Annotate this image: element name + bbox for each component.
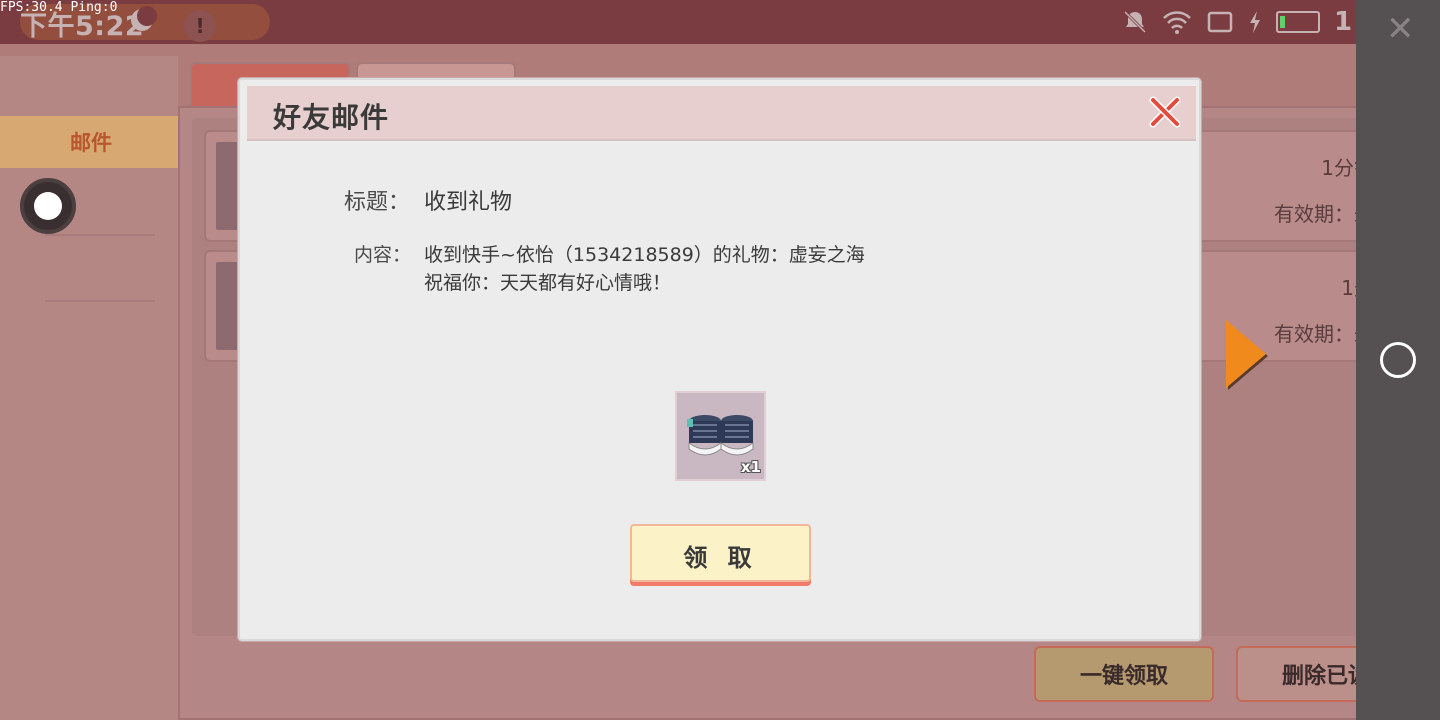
alert-icon[interactable]: ! — [184, 10, 216, 42]
claim-all-button[interactable]: 一键领取 — [1034, 646, 1214, 702]
battery-level: 1 — [1334, 7, 1353, 37]
mute-bell-icon — [1123, 10, 1147, 34]
gift-item-slot[interactable]: x1 — [675, 391, 766, 481]
subject-label: 标题： — [344, 190, 411, 215]
status-icons: 1 — [1122, 7, 1353, 37]
floating-assistive-ball[interactable] — [20, 178, 76, 234]
dialog-title: 好友邮件 — [273, 101, 390, 134]
close-icon[interactable]: ✕ — [1386, 12, 1415, 46]
gift-count: x1 — [740, 458, 761, 476]
fps-readout: FPS:30.4 Ping:0 — [0, 0, 118, 15]
divider — [45, 300, 155, 302]
claim-button[interactable]: 领 取 — [630, 524, 811, 582]
content-label: 内容： — [354, 244, 412, 266]
content-line-1: 收到快手~依怡（1534218589）的礼物：虚妄之海 — [424, 244, 865, 266]
divider — [45, 234, 155, 236]
charging-icon — [1250, 11, 1260, 33]
claim-button-label: 领 取 — [683, 544, 758, 572]
wifi-icon — [1163, 11, 1191, 34]
content-line-2: 祝福你：天天都有好心情哦！ — [424, 272, 672, 294]
dialog-header: 好友邮件 — [247, 86, 1196, 141]
sidebar-item-3[interactable] — [0, 248, 178, 296]
close-icon[interactable] — [1148, 95, 1182, 129]
friend-mail-dialog: 好友邮件 标题： 收到礼物 内容： 收到快手~依怡（1534218589）的礼物… — [238, 78, 1201, 641]
battery-icon — [1276, 11, 1320, 33]
subject-value: 收到礼物 — [424, 190, 513, 215]
sneakers-icon — [687, 415, 754, 456]
screen-icon — [1207, 11, 1233, 33]
record-ring-icon[interactable] — [1380, 342, 1416, 378]
sidebar-item-mail[interactable]: 邮件 — [0, 116, 182, 168]
moon-icon — [131, 6, 157, 31]
next-arrow-icon[interactable] — [1226, 320, 1266, 388]
